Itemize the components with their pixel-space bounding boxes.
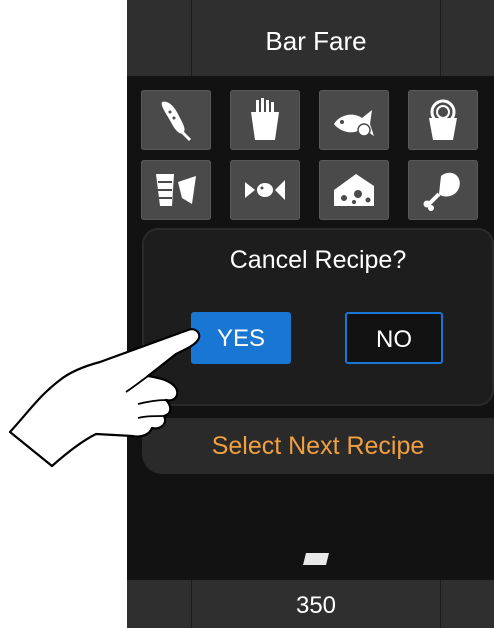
category-tile-fries[interactable] xyxy=(230,90,300,150)
category-tile-drumstick[interactable] xyxy=(408,160,478,220)
device-screen: Bar Fare Cancel Recipe? YES NO Select Ne… xyxy=(127,0,494,628)
cheese-icon xyxy=(334,174,374,206)
bottom-value: 350 xyxy=(295,592,337,619)
fries-icon xyxy=(251,98,279,140)
category-tile-snack-bowl[interactable] xyxy=(408,90,478,150)
top-left-segment[interactable] xyxy=(127,0,192,76)
category-tile-shrimp[interactable] xyxy=(230,160,300,220)
snack-bowl-icon xyxy=(429,99,457,140)
no-button[interactable]: NO xyxy=(345,312,443,364)
category-tile-corn-dog[interactable] xyxy=(141,90,211,150)
fish-icon xyxy=(334,110,374,137)
corn-dog-icon xyxy=(161,101,192,142)
dialog-question: Cancel Recipe? xyxy=(229,246,407,274)
category-tile-cheese[interactable] xyxy=(319,160,389,220)
top-bar: Bar Fare xyxy=(127,0,494,76)
drumstick-icon xyxy=(423,172,460,211)
category-tile-fish[interactable] xyxy=(319,90,389,150)
yes-button[interactable]: YES xyxy=(191,312,291,364)
cancel-recipe-dialog: Cancel Recipe? YES NO xyxy=(142,228,494,406)
select-next-recipe-button[interactable]: Select Next Recipe xyxy=(142,418,494,474)
shrimp-icon xyxy=(245,180,285,200)
page-title: Bar Fare xyxy=(265,26,367,56)
category-tile-cups[interactable] xyxy=(141,160,211,220)
cups-icon xyxy=(156,174,196,206)
bottom-left-segment[interactable] xyxy=(127,580,192,628)
bottom-bar: 350 xyxy=(127,580,494,628)
top-right-segment[interactable] xyxy=(440,0,494,76)
bottom-right-segment[interactable] xyxy=(440,580,494,628)
battery-icon xyxy=(303,553,329,565)
